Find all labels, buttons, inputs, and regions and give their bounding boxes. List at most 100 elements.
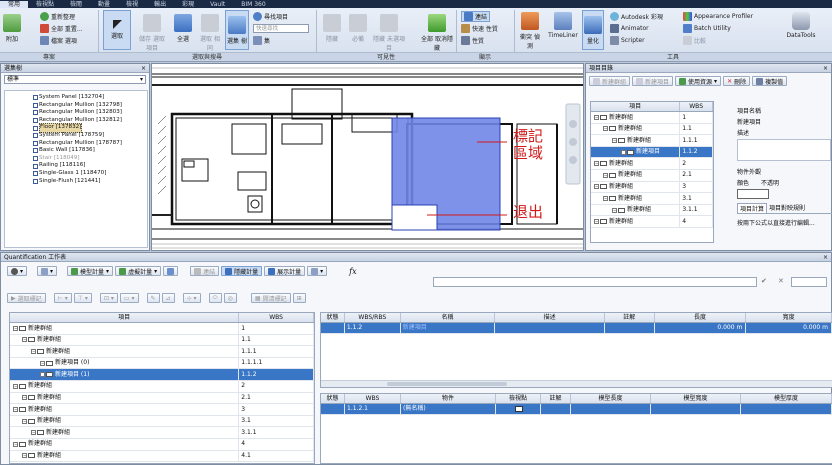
table-row[interactable]: 1.1.2 新建項目 0.000 m 0.000 m (321, 323, 832, 334)
scrollbar-thumb[interactable] (387, 382, 507, 386)
column-header[interactable]: WBS/RBS (345, 313, 401, 322)
tree-item[interactable]: Rectangular Mullion [132798] (33, 102, 147, 110)
links-toggle[interactable]: 連結 (461, 11, 491, 22)
column-header[interactable]: 狀態 (321, 394, 345, 403)
column-header[interactable]: 註解 (605, 313, 655, 322)
tab-item-calculation[interactable]: 項目計算 (737, 203, 768, 213)
expander-icon[interactable]: − (621, 149, 626, 155)
tree-item[interactable]: Basic Wall [117836] (33, 147, 147, 155)
select-markup-button[interactable]: ▶ 選取標記 (7, 293, 46, 303)
column-header[interactable]: 模型長度 (571, 394, 651, 403)
expander-icon[interactable]: − (40, 372, 45, 378)
properties-toggle[interactable]: 性質 (461, 36, 484, 45)
tree-item[interactable]: Single-Glass 1 [118470] (33, 170, 147, 178)
horizontal-scrollbar[interactable] (321, 380, 832, 387)
pen-tool-button[interactable]: ✎ (146, 293, 160, 303)
item-name-value[interactable]: 新建項目 (737, 117, 832, 126)
model-takeoff-button[interactable]: 模型計量 ▾ (67, 266, 114, 276)
tree-item[interactable]: System Panel [178759] (33, 132, 147, 140)
area-tool-button[interactable]: ⊡ ▾ (99, 293, 118, 303)
tree-item[interactable]: System Panel [132704] (33, 94, 147, 102)
tree-row[interactable]: − 新建群組 2 (591, 158, 713, 170)
refresh-takeoff-button[interactable] (163, 266, 179, 276)
column-header[interactable]: WBS (345, 394, 401, 403)
tree-row[interactable]: − 新建群組 1.1.1 (10, 346, 314, 358)
count-tool-button[interactable]: ▭ ▾ (119, 293, 139, 303)
animator-button[interactable]: Animator (610, 24, 649, 33)
column-header[interactable]: 模型寬度 (651, 394, 741, 403)
tree-item[interactable]: Rectangular Mullion [178787] (33, 140, 147, 148)
description-field[interactable] (737, 139, 831, 161)
copy-value-button[interactable]: 複製值 (752, 76, 788, 86)
batch-utility-button[interactable]: Batch Utility (683, 24, 731, 33)
expander-icon[interactable]: − (594, 219, 599, 225)
tree-row[interactable]: − 新建群組 4.1 (10, 450, 314, 463)
use-resource-button[interactable]: 使用資源 ▾ (675, 76, 722, 86)
tree-row[interactable]: − 新建群組 1.1 (10, 334, 314, 347)
column-header[interactable]: 名稱 (401, 313, 496, 322)
tree-row[interactable]: − 新建群組 3 (10, 404, 314, 416)
tab-item-rules[interactable]: 項目對映規則 (767, 203, 807, 213)
tree-row[interactable]: − 新建群組 1 (591, 112, 713, 124)
tree-row[interactable]: − 新建群組 3.1.1 (10, 427, 314, 439)
confirm-formula-icon[interactable]: ✔ (761, 277, 767, 285)
tree-item[interactable]: Rectangular Mullion [132803] (33, 109, 147, 117)
hide-button[interactable]: 隱藏 (321, 14, 343, 43)
expander-icon[interactable]: − (22, 418, 27, 424)
require-button[interactable]: 必備 (347, 14, 369, 43)
column-header[interactable]: 模型厚度 (741, 394, 832, 403)
cancel-formula-icon[interactable]: ✕ (778, 277, 784, 285)
tree-row[interactable]: − 新建項目 (1) 1.1.2 (10, 369, 314, 381)
datatools-button[interactable]: DataTools (781, 12, 821, 39)
new-item-button[interactable]: 新建項目 (632, 76, 674, 86)
table-row[interactable]: 1.1.2.1 (無名稱) (321, 404, 832, 415)
markup-options-button[interactable]: ⊞ (292, 293, 306, 303)
link-button[interactable]: 連結 (190, 266, 220, 276)
columns-dropdown[interactable]: ▾ (307, 266, 328, 276)
selection-tree-button[interactable]: 選集 樹 (225, 10, 249, 50)
tree-item[interactable]: Stair [118049] (33, 155, 147, 163)
expander-icon[interactable]: − (594, 184, 599, 190)
select-button[interactable]: 選取 (103, 10, 131, 50)
file-options-button[interactable]: 檔案 選項 (40, 36, 77, 45)
expander-icon[interactable]: − (13, 406, 18, 412)
tree-row[interactable]: − 新建群組 4 (10, 438, 314, 451)
sets-button[interactable]: 集 (253, 36, 270, 45)
tree-row[interactable]: − 新建群組 2 (10, 380, 314, 393)
compare-button[interactable]: 比較 (683, 36, 706, 45)
tree-row[interactable]: − 新建群組 3.1 (591, 193, 713, 205)
eraser-tool-button[interactable]: ⬭ (208, 293, 222, 303)
point-tool-button[interactable]: ⊹ ▾ (182, 293, 201, 303)
tree-row[interactable]: − 新建群組 3.1 (10, 415, 314, 428)
expander-icon[interactable]: − (13, 441, 18, 447)
tree-item[interactable]: Single-Flush [121441] (33, 178, 147, 186)
tree-row[interactable]: − 新建項目 1.1.2 (591, 146, 713, 159)
expander-icon[interactable]: − (612, 207, 617, 213)
ruler-tool-button[interactable]: ⊿ (161, 293, 175, 303)
expander-icon[interactable]: − (594, 161, 599, 167)
autodesk-rendering-button[interactable]: Autodesk 彩現 (610, 12, 663, 21)
opacity-value[interactable]: 不透明 (761, 178, 779, 187)
append-button[interactable]: 附加 (3, 14, 21, 43)
tree-row[interactable]: − 新建群組 2.1 (591, 169, 713, 182)
expander-icon[interactable]: − (22, 337, 27, 343)
timeliner-button[interactable]: TimeLiner (547, 12, 579, 39)
quantification-button[interactable]: 量化 (582, 10, 604, 50)
color-swatch[interactable] (737, 189, 769, 199)
quick-find-input[interactable]: 快速尋找 (253, 24, 309, 33)
quick-properties-toggle[interactable]: 快速 性質 (461, 24, 498, 33)
clear-tool-button[interactable]: ◎ (223, 293, 237, 303)
expander-icon[interactable]: − (40, 360, 45, 366)
align-top-button[interactable]: ⊤ ▾ (73, 293, 92, 303)
expander-icon[interactable]: − (594, 114, 599, 120)
appearance-profiler-button[interactable]: Appearance Profiler (683, 12, 753, 21)
delete-button[interactable]: ✕ 刪除 (723, 76, 751, 86)
close-icon[interactable]: × (823, 253, 828, 262)
model-viewport[interactable]: 標記區域 退出 (151, 63, 584, 251)
save-selection-button[interactable]: 儲存 選取項目 (136, 14, 168, 52)
column-header[interactable]: 狀態 (321, 313, 345, 322)
tree-row[interactable]: − 新建群組 3.1.1 (591, 204, 713, 217)
clear-markup-button[interactable]: ▦ 開清標記 (250, 293, 291, 303)
column-header[interactable]: 物件 (401, 394, 496, 403)
expander-icon[interactable]: − (612, 137, 617, 143)
